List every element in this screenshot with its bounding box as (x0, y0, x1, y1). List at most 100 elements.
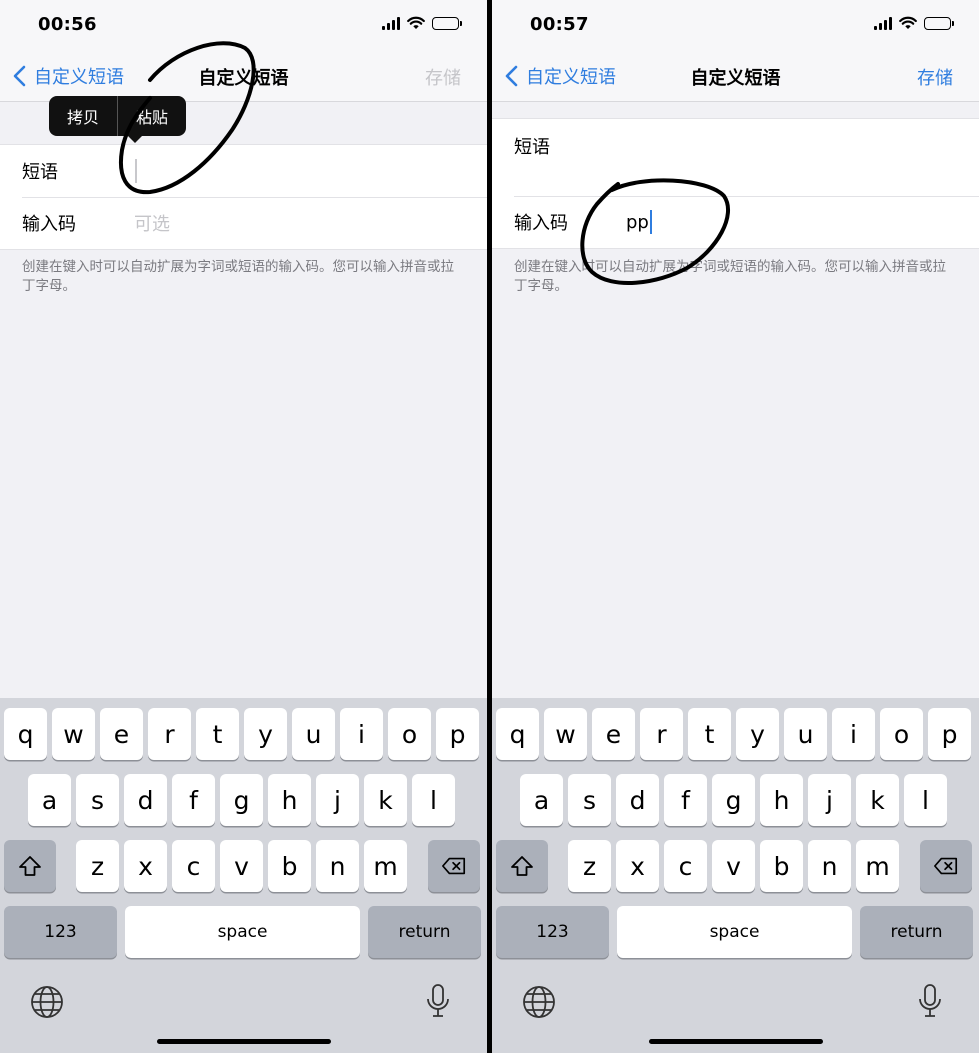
key-z[interactable]: z (568, 840, 611, 892)
key-j[interactable]: j (808, 774, 851, 826)
key-l[interactable]: l (412, 774, 455, 826)
paste-menu-item[interactable]: 粘贴 (118, 96, 186, 136)
back-label: 自定义短语 (526, 67, 616, 88)
key-d[interactable]: d (616, 774, 659, 826)
copy-menu-item[interactable]: 拷贝 (49, 96, 117, 136)
key-n[interactable]: n (316, 840, 359, 892)
back-button[interactable]: 自定义短语 (12, 63, 124, 89)
globe-icon[interactable] (522, 985, 556, 1019)
battery-icon (432, 16, 462, 30)
key-g[interactable]: g (712, 774, 755, 826)
home-indicator (156, 1039, 331, 1044)
status-time: 00:56 (38, 14, 97, 35)
key-y[interactable]: y (736, 708, 779, 760)
numbers-key[interactable]: 123 (496, 906, 609, 958)
return-key[interactable]: return (368, 906, 481, 958)
keyboard: q w e r t y u i o p a s d f g h j k l z (492, 698, 979, 1053)
key-c[interactable]: c (664, 840, 707, 892)
key-q[interactable]: q (496, 708, 539, 760)
key-z[interactable]: z (76, 840, 119, 892)
key-h[interactable]: h (760, 774, 803, 826)
footnote: 创建在键入时可以自动扩展为字词或短语的输入码。您可以输入拼音或拉丁字母。 (514, 259, 946, 294)
status-bar: 00:56 (0, 0, 487, 50)
key-g[interactable]: g (220, 774, 263, 826)
key-m[interactable]: m (364, 840, 407, 892)
key-t[interactable]: t (688, 708, 731, 760)
key-c[interactable]: c (172, 840, 215, 892)
chevron-left-icon (505, 65, 518, 87)
space-key[interactable]: space (125, 906, 360, 958)
key-i[interactable]: i (832, 708, 875, 760)
key-k[interactable]: k (364, 774, 407, 826)
shortcut-input[interactable]: pp (626, 206, 959, 238)
keyboard-row-4: 123 space return (492, 906, 979, 958)
key-i[interactable]: i (340, 708, 383, 760)
mic-icon[interactable] (917, 983, 943, 1019)
key-b[interactable]: b (760, 840, 803, 892)
key-a[interactable]: a (520, 774, 563, 826)
delete-key[interactable] (920, 840, 972, 892)
key-q[interactable]: q (4, 708, 47, 760)
key-o[interactable]: o (880, 708, 923, 760)
shortcut-value: pp (626, 211, 649, 233)
space-key[interactable]: space (617, 906, 852, 958)
screen-left: 00:56 自定义短语 自定义短语 存储 拷贝 粘贴 短语 输入码 可选 创建在… (0, 0, 487, 1053)
shortcut-label: 输入码 (514, 213, 568, 234)
home-indicator (648, 1039, 823, 1044)
key-p[interactable]: p (436, 708, 479, 760)
shortcut-placeholder: 可选 (134, 214, 170, 235)
key-h[interactable]: h (268, 774, 311, 826)
shift-icon (511, 856, 533, 876)
key-e[interactable]: e (100, 708, 143, 760)
key-s[interactable]: s (76, 774, 119, 826)
delete-key[interactable] (428, 840, 480, 892)
key-b[interactable]: b (268, 840, 311, 892)
keyboard-row-3: z x c v b n m (492, 840, 979, 892)
back-button[interactable]: 自定义短语 (504, 63, 616, 89)
key-o[interactable]: o (388, 708, 431, 760)
save-button[interactable]: 存储 (425, 64, 461, 90)
phrase-input[interactable] (626, 159, 959, 191)
key-x[interactable]: x (124, 840, 167, 892)
phrase-row: 短语 (0, 145, 487, 197)
save-button[interactable]: 存储 (917, 64, 953, 90)
key-s[interactable]: s (568, 774, 611, 826)
key-d[interactable]: d (124, 774, 167, 826)
globe-icon[interactable] (30, 985, 64, 1019)
menu-pointer (127, 135, 143, 143)
shortcut-input[interactable]: 可选 (134, 207, 467, 239)
numbers-key[interactable]: 123 (4, 906, 117, 958)
key-k[interactable]: k (856, 774, 899, 826)
key-f[interactable]: f (664, 774, 707, 826)
key-y[interactable]: y (244, 708, 287, 760)
key-w[interactable]: w (52, 708, 95, 760)
shortcut-label: 输入码 (22, 214, 76, 235)
key-v[interactable]: v (220, 840, 263, 892)
edit-menu: 拷贝 粘贴 (49, 96, 187, 143)
key-n[interactable]: n (808, 840, 851, 892)
phrase-input[interactable] (134, 155, 467, 187)
key-j[interactable]: j (316, 774, 359, 826)
signal-icon (874, 16, 892, 30)
key-u[interactable]: u (292, 708, 335, 760)
return-key[interactable]: return (860, 906, 973, 958)
key-v[interactable]: v (712, 840, 755, 892)
key-u[interactable]: u (784, 708, 827, 760)
status-time: 00:57 (530, 14, 589, 35)
mic-icon[interactable] (425, 983, 451, 1019)
key-f[interactable]: f (172, 774, 215, 826)
key-r[interactable]: r (640, 708, 683, 760)
key-m[interactable]: m (856, 840, 899, 892)
shift-key[interactable] (496, 840, 548, 892)
key-t[interactable]: t (196, 708, 239, 760)
key-l[interactable]: l (904, 774, 947, 826)
shift-key[interactable] (4, 840, 56, 892)
key-e[interactable]: e (592, 708, 635, 760)
key-r[interactable]: r (148, 708, 191, 760)
text-cursor (649, 210, 652, 234)
shift-icon (19, 856, 41, 876)
key-p[interactable]: p (928, 708, 971, 760)
key-a[interactable]: a (28, 774, 71, 826)
key-x[interactable]: x (616, 840, 659, 892)
key-w[interactable]: w (544, 708, 587, 760)
